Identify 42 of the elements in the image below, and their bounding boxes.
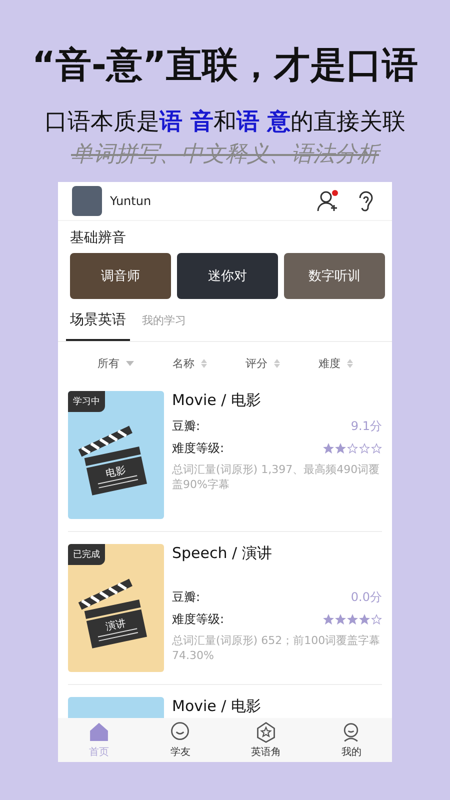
sort-label[interactable]: 评分 (246, 356, 268, 371)
card-title[interactable]: Speech / 演讲 (172, 544, 382, 563)
nav-tab[interactable]: 学友 (169, 721, 192, 759)
sort-icon[interactable] (346, 359, 352, 368)
section-title: 基础辨音 (69, 229, 127, 248)
dropdown-caret-icon[interactable] (126, 361, 134, 366)
card-title[interactable]: Movie / 电影 (172, 391, 382, 410)
rating-label: 豆瓣: (172, 418, 200, 435)
star-badge-icon (254, 721, 277, 743)
difficulty-label: 难度等级: (172, 611, 224, 628)
struck-line: 单词拼写、中文释义、语法分析 (71, 141, 379, 169)
chat-bubble-icon (169, 721, 192, 743)
sort-label[interactable]: 名称 (172, 356, 194, 371)
sort-label[interactable]: 所有 (98, 356, 120, 371)
subtitle: 口语本质是语 音和语 意的直接关联 (44, 108, 406, 137)
add-friend-icon[interactable] (316, 189, 340, 213)
clapperboard-label: 电影 (105, 464, 127, 480)
thumbnail[interactable]: 学习中 电影 (68, 391, 164, 519)
status-badge: 已完成 (68, 544, 105, 565)
vocabulary-summary: 总词汇量(词原形) 652；前100词覆盖字幕74.30% (172, 633, 382, 663)
sort-icon[interactable] (274, 359, 280, 368)
thumbnail[interactable]: 已完成 演讲 (68, 544, 164, 672)
nav-tab[interactable]: 英语角 (250, 721, 281, 759)
category-tile[interactable]: 迷你对 (177, 253, 278, 299)
rating-value: 9.1分 (350, 418, 382, 435)
card-title[interactable]: Movie / 电影 (172, 697, 382, 716)
rating-value: 0.0分 (350, 589, 382, 606)
category-tile[interactable]: 调音师 (70, 253, 171, 299)
user-name: Yuntun (110, 194, 152, 208)
rating-label: 豆瓣: (172, 589, 200, 606)
sort-label[interactable]: 难度 (318, 356, 340, 371)
home-icon (88, 721, 110, 743)
avatar-photo[interactable] (72, 186, 102, 216)
clapperboard-label: 演讲 (105, 618, 127, 633)
headline: “音-意”直联，才是口语 (32, 44, 418, 88)
category-tile[interactable]: 数字听训 (284, 253, 385, 299)
tab[interactable]: 场景英语 (66, 307, 130, 341)
status-badge: 学习中 (68, 391, 105, 412)
difficulty-label: 难度等级: (172, 440, 224, 457)
vocabulary-summary: 总词汇量(词原形) 1,397、最高频490词覆盖90%字幕 (172, 462, 381, 492)
sort-icon[interactable] (200, 359, 206, 368)
nav-tab[interactable]: 我的 (340, 721, 362, 759)
